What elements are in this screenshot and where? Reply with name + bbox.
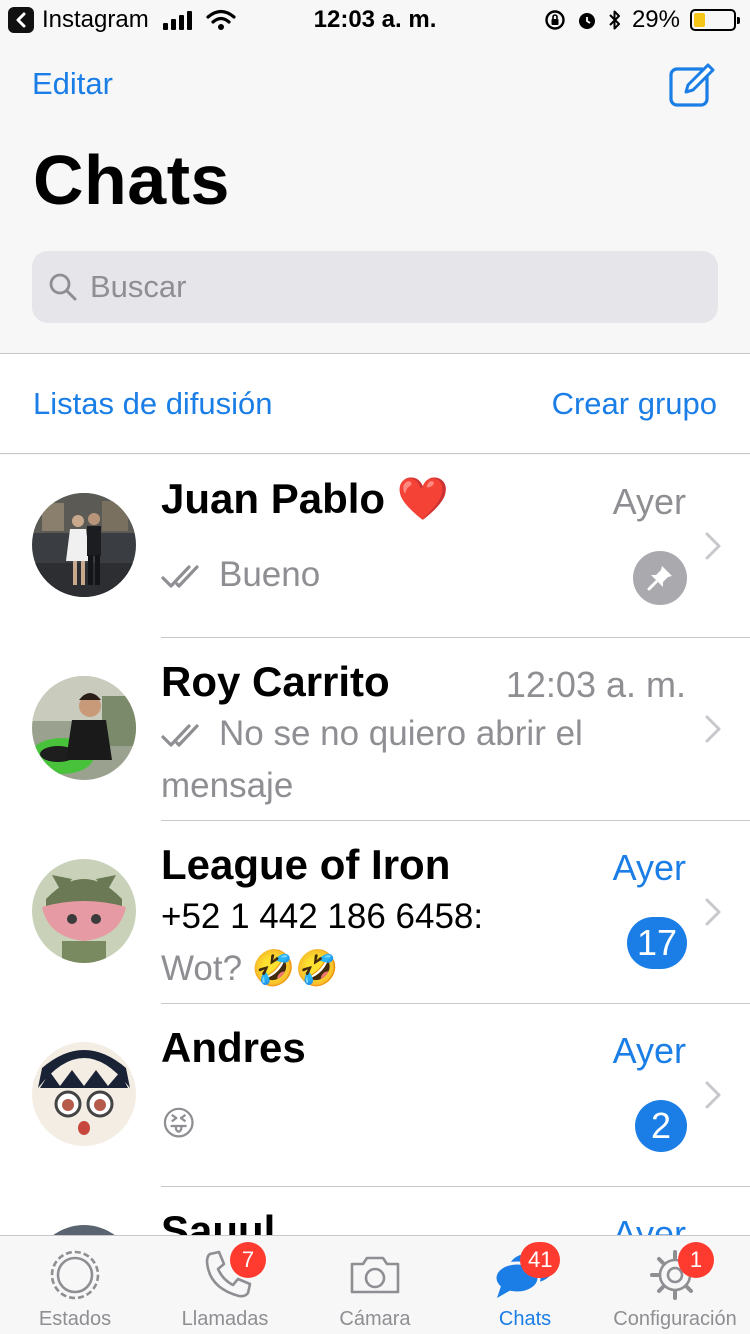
chat-time: 12:03 a. m. <box>505 664 686 705</box>
back-arrow-icon <box>8 7 34 33</box>
search-icon <box>49 273 77 301</box>
tab-label: Chats <box>498 1308 552 1330</box>
chat-preview: 😝 <box>161 1105 197 1143</box>
tab-bar: Estados Llamadas 7 Cámara Chats 41 Confi… <box>0 1235 750 1334</box>
avatar <box>32 493 136 597</box>
chevron-right-icon <box>705 532 721 560</box>
pin-icon <box>633 551 687 605</box>
chat-row-sauul[interactable]: Sauul Ayer <box>0 1187 750 1235</box>
new-group-link[interactable]: Crear grupo <box>552 386 717 422</box>
tab-badge: 1 <box>678 1242 714 1278</box>
back-to-app[interactable]: Instagram <box>8 6 236 34</box>
camera-icon <box>350 1256 400 1294</box>
chat-name: Juan Pablo ❤️ <box>161 475 450 522</box>
chat-row-andres[interactable]: Andres Ayer 😝 2 <box>0 1004 750 1187</box>
tab-label: Llamadas <box>181 1308 269 1330</box>
back-app-label: Instagram <box>42 6 149 33</box>
chat-name: Andres <box>161 1024 306 1071</box>
bluetooth-icon <box>609 10 620 30</box>
avatar <box>32 1225 136 1235</box>
signal-icon <box>162 10 192 30</box>
tab-chats[interactable]: Chats 41 <box>450 1236 600 1334</box>
chat-name: League of Iron <box>161 841 451 888</box>
page-title: Chats <box>33 141 230 219</box>
tab-label: Cámara <box>339 1308 411 1330</box>
chevron-right-icon <box>705 715 721 743</box>
battery-percent: 29% <box>631 6 680 33</box>
heart-emoji: ❤️ <box>396 475 450 522</box>
broadcast-lists-link[interactable]: Listas de difusión <box>33 386 273 422</box>
tab-camara[interactable]: Cámara <box>300 1236 450 1334</box>
battery-fill <box>694 13 706 27</box>
links-row: Listas de difusión Crear grupo <box>0 353 750 454</box>
chevron-right-icon <box>705 1081 721 1109</box>
avatar <box>32 1042 136 1146</box>
tab-badge: 7 <box>230 1242 266 1278</box>
rotation-lock-icon <box>545 10 565 30</box>
chat-time: Ayer <box>612 847 686 888</box>
avatar <box>32 676 136 780</box>
tab-badge: 41 <box>520 1242 561 1278</box>
edit-button[interactable]: Editar <box>32 66 113 102</box>
chat-time: Ayer <box>612 1030 686 1071</box>
wifi-icon <box>206 9 236 30</box>
tab-llamadas[interactable]: Llamadas 7 <box>150 1236 300 1334</box>
chat-preview: Wot? 🤣🤣 <box>161 949 339 988</box>
chat-time: Ayer <box>612 1213 686 1235</box>
search-placeholder: Buscar <box>90 269 187 304</box>
read-ticks-icon <box>161 724 199 747</box>
status-bar: Instagram 12:03 a. m. 29% <box>0 0 750 40</box>
tab-label: Configuración <box>613 1308 737 1330</box>
compose-icon[interactable] <box>666 58 718 110</box>
tab-estados[interactable]: Estados <box>0 1236 150 1334</box>
chat-name: Roy Carrito <box>161 658 390 705</box>
chat-preview: No se no quiero abrir el mensaje <box>161 714 583 805</box>
status-icon <box>50 1250 100 1300</box>
tab-configuracion[interactable]: Configuración 1 <box>600 1236 750 1334</box>
chat-row-roy-carrito[interactable]: Roy Carrito 12:03 a. m. No se no quiero … <box>0 638 750 821</box>
chat-preview: Bueno <box>161 549 621 601</box>
chat-sender: +52 1 442 186 6458: <box>161 897 484 936</box>
read-ticks-icon <box>161 565 199 588</box>
battery-icon <box>690 9 740 31</box>
chevron-right-icon <box>705 898 721 926</box>
chat-name: Sauul <box>161 1207 276 1235</box>
tab-label: Estados <box>38 1308 112 1330</box>
chat-row-juan-pablo[interactable]: Juan Pablo ❤️ Ayer Bueno <box>0 455 750 638</box>
chat-time: Ayer <box>612 481 686 522</box>
chat-row-league-of-iron[interactable]: League of Iron Ayer +52 1 442 186 6458: … <box>0 821 750 1004</box>
nav-bar: Editar <box>0 56 750 112</box>
avatar <box>32 859 136 963</box>
chat-list: Juan Pablo ❤️ Ayer Bueno Roy Carrito 12:… <box>0 455 750 1235</box>
search-input[interactable]: Buscar <box>32 251 718 323</box>
unread-badge: 2 <box>635 1100 687 1152</box>
unread-badge: 17 <box>626 917 687 969</box>
alarm-icon <box>578 13 595 29</box>
